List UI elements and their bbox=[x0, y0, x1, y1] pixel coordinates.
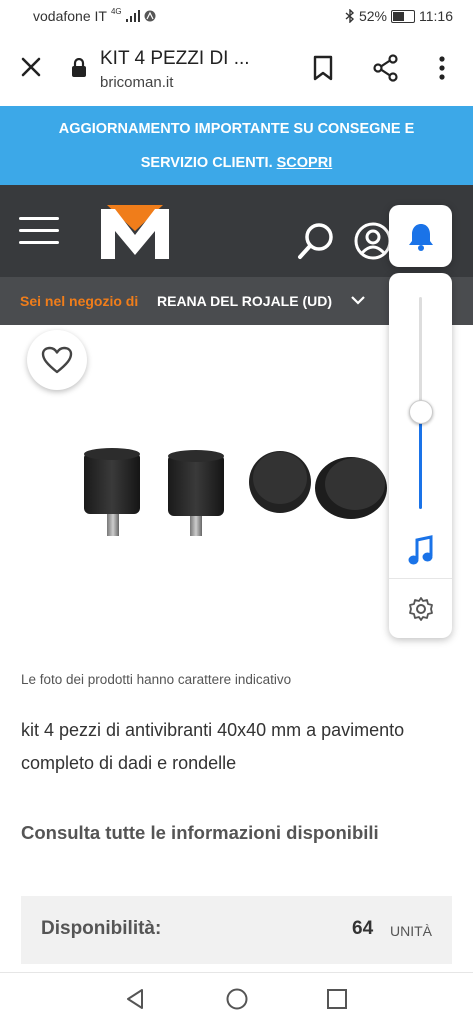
photo-disclaimer: Le foto dei prodotti hanno carattere ind… bbox=[21, 672, 292, 687]
volume-slider-fill bbox=[419, 411, 422, 509]
more-options-icon[interactable] bbox=[432, 54, 452, 82]
bookmark-icon[interactable] bbox=[311, 54, 335, 82]
bluetooth-icon bbox=[345, 9, 354, 23]
status-right: 52% 11:16 bbox=[345, 8, 453, 24]
banner-text: SERVIZIO CLIENTI. bbox=[140, 155, 273, 171]
system-navigation-bar bbox=[0, 972, 473, 1025]
chevron-down-icon[interactable] bbox=[351, 295, 365, 305]
status-left: vodafone IT 4G bbox=[33, 6, 156, 24]
announcement-banner: AGGIORNAMENTO IMPORTANTE SU CONSEGNE E S… bbox=[0, 106, 473, 185]
battery-icon bbox=[391, 9, 415, 23]
volume-panel bbox=[389, 273, 452, 638]
close-icon[interactable] bbox=[18, 54, 44, 80]
status-bar: vodafone IT 4G 52% 11:16 bbox=[0, 0, 473, 32]
signal-icon bbox=[125, 10, 140, 22]
volume-panel-divider bbox=[389, 578, 452, 579]
lock-icon bbox=[72, 58, 86, 77]
back-icon[interactable] bbox=[124, 987, 146, 1011]
bricoman-logo[interactable] bbox=[99, 203, 171, 261]
banner-line-2: SERVIZIO CLIENTI. SCOPRI bbox=[0, 146, 473, 180]
product-image[interactable] bbox=[70, 440, 400, 550]
page-title[interactable]: KIT 4 PEZZI DI ... bbox=[100, 48, 250, 70]
share-icon[interactable] bbox=[372, 54, 400, 82]
banner-line-1: AGGIORNAMENTO IMPORTANTE SU CONSEGNE E bbox=[58, 121, 415, 137]
music-note-icon[interactable] bbox=[407, 535, 435, 567]
search-icon[interactable] bbox=[296, 221, 336, 261]
product-info-link[interactable]: Consulta tutte le informazioni disponibi… bbox=[21, 822, 379, 844]
user-account-icon[interactable] bbox=[353, 221, 393, 261]
browser-toolbar: KIT 4 PEZZI DI ... bricoman.it bbox=[0, 32, 473, 106]
volume-slider-thumb[interactable] bbox=[409, 400, 433, 424]
product-description: kit 4 pezzi di antivibranti 40x40 mm a p… bbox=[21, 720, 405, 773]
banner-link[interactable]: SCOPRI bbox=[277, 155, 333, 171]
store-name[interactable]: REANA DEL ROJALE (UD) bbox=[157, 293, 332, 309]
network-type: 4G bbox=[110, 6, 122, 16]
availability-label: Disponibilità: bbox=[41, 918, 162, 939]
heart-icon bbox=[41, 346, 73, 374]
carrier-label: vodafone IT bbox=[33, 8, 107, 24]
home-icon[interactable] bbox=[225, 987, 249, 1011]
app-notification-icon bbox=[144, 10, 156, 22]
page-domain[interactable]: bricoman.it bbox=[100, 74, 173, 91]
clock: 11:16 bbox=[419, 8, 453, 24]
recents-icon[interactable] bbox=[326, 987, 348, 1011]
bell-icon bbox=[408, 224, 433, 251]
battery-percent: 52% bbox=[358, 8, 387, 24]
settings-gear-icon[interactable] bbox=[408, 596, 434, 622]
availability-value: 64 bbox=[352, 918, 374, 939]
store-label: Sei nel negozio di bbox=[20, 293, 139, 309]
availability-box: Disponibilità: 64 UNITÀ bbox=[21, 896, 452, 964]
availability-unit: UNITÀ bbox=[390, 923, 432, 939]
favorite-button[interactable] bbox=[27, 330, 87, 390]
hamburger-menu-icon[interactable] bbox=[19, 217, 59, 245]
ringer-mode-button[interactable] bbox=[389, 205, 452, 267]
